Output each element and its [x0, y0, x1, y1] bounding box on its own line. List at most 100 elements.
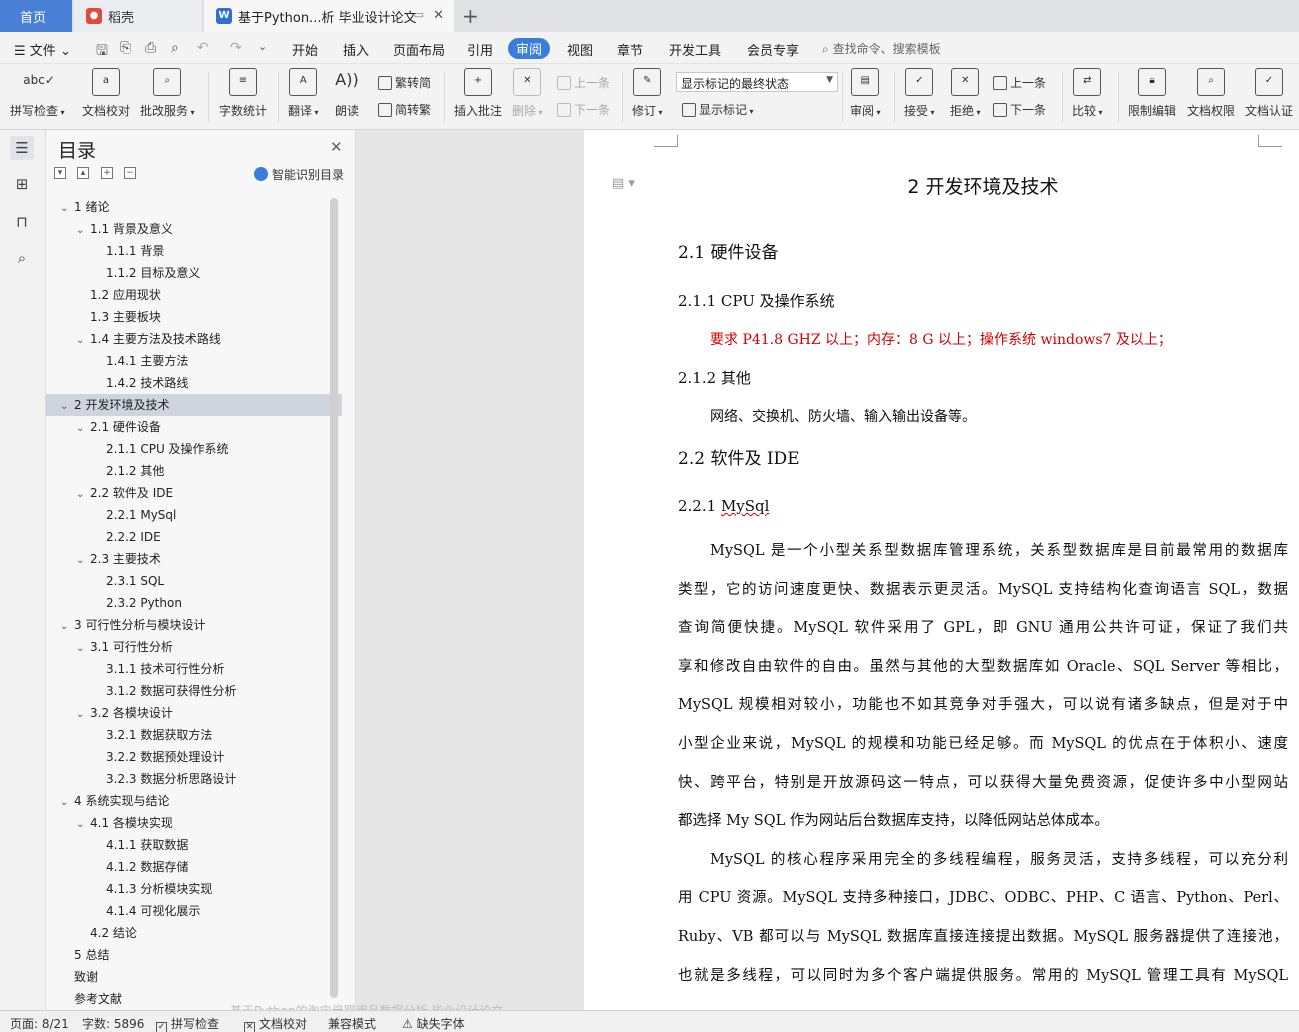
toc-item[interactable]: ⌄3.2.2 数据预处理设计 [46, 746, 342, 768]
restrict-editing-button[interactable]: 🔒︎ 限制编辑 [1128, 68, 1176, 119]
print-icon[interactable]: ⎙ [145, 40, 156, 56]
trad-to-simp-button[interactable]: 繁转简 [378, 74, 431, 91]
toc-item[interactable]: ⌄ 3.1 可行性分析 [46, 636, 342, 658]
chevron-down-icon[interactable]: ⌄ [76, 814, 90, 836]
chevron-down-icon[interactable]: ⌄ [60, 396, 74, 418]
toc-item[interactable]: ⌄1.4.2 技术路线 [46, 372, 342, 394]
chevron-down-icon[interactable]: ⌄ [76, 220, 90, 242]
toc-item[interactable]: ⌄4.1.4 可视化展示 [46, 900, 342, 922]
print-preview-icon[interactable]: ⌕ [171, 40, 179, 56]
proofread-toggle[interactable]: ✕ 文档校对 [244, 1015, 307, 1032]
toc-item[interactable]: ⌄3.1.2 数据可获得性分析 [46, 680, 342, 702]
chevron-down-icon[interactable]: ⌄ [60, 792, 74, 814]
toc-item[interactable]: ⌄ 4 系统实现与结论 [46, 790, 342, 812]
toc-item[interactable]: ⌄1.1.1 背景 [46, 240, 342, 262]
menu-references[interactable]: 引用 [467, 40, 493, 59]
chevron-down-icon[interactable]: ⌄ [76, 550, 90, 572]
menu-view[interactable]: 视图 [567, 40, 593, 59]
toc-item[interactable]: ⌄2.3.2 Python [46, 592, 342, 614]
simp-to-trad-button[interactable]: 简转繁 [378, 101, 431, 118]
toc-item[interactable]: ⌄ 2 开发环境及技术 [46, 394, 342, 416]
bookmark-icon[interactable]: ⊓ [10, 210, 34, 234]
word-count-indicator[interactable]: 字数: 5896 [82, 1015, 144, 1032]
toc-item[interactable]: ⌄ 2.3 主要技术 [46, 548, 342, 570]
menu-review[interactable]: 审阅 [508, 38, 551, 59]
toc-item[interactable]: ⌄2.1.1 CPU 及操作系统 [46, 438, 342, 460]
toc-item[interactable]: ⌄ 2.1 硬件设备 [46, 416, 342, 438]
toc-item[interactable]: ⌄5 总结 [46, 944, 342, 966]
page-options-icon[interactable]: ▤ ▾ [612, 176, 635, 191]
export-icon[interactable]: ⎘ [120, 40, 131, 56]
menu-member[interactable]: 会员专享 [747, 40, 799, 59]
toc-item[interactable]: ⌄3.1.1 技术可行性分析 [46, 658, 342, 680]
redo-icon[interactable]: ↷ [230, 40, 242, 56]
chevron-down-icon[interactable]: ⌄ [76, 330, 90, 352]
menu-section[interactable]: 章节 [617, 40, 643, 59]
next-change-button[interactable]: 下一条 [993, 101, 1046, 118]
prev-change-button[interactable]: 上一条 [993, 74, 1046, 91]
tab-document[interactable]: W 基于Python...析 毕业设计论文 ▭ ✕ [204, 0, 454, 32]
chevron-down-icon[interactable]: ⌄ [60, 198, 74, 220]
smart-toc-button[interactable]: 智能识别目录 [254, 166, 344, 183]
doc-certify-button[interactable]: ✓ 文档认证 [1245, 68, 1293, 119]
review-pane-button[interactable]: ▤ 审阅 ▾ [850, 68, 881, 119]
toc-item[interactable]: ⌄2.2.2 IDE [46, 526, 342, 548]
toc-item[interactable]: ⌄ 1.1 背景及意义 [46, 218, 342, 240]
tab-home[interactable]: 首页 [0, 0, 72, 32]
show-markup-button[interactable]: 显示标记 ▾ [682, 101, 754, 118]
toc-item[interactable]: ⌄ 1 绪论 [46, 196, 342, 218]
insert-comment-button[interactable]: + 插入批注 [454, 68, 502, 119]
delete-comment-button[interactable]: ✕ 删除 ▾ [512, 68, 543, 119]
chevron-down-icon[interactable]: ⌄ [76, 418, 90, 440]
toc-item[interactable]: ⌄3.2.1 数据获取方法 [46, 724, 342, 746]
menu-insert[interactable]: 插入 [343, 40, 369, 59]
chevron-down-icon[interactable]: ⌄ [76, 484, 90, 506]
document-page[interactable]: ▤ ▾ 2 开发环境及技术 2.1 硬件设备 2.1.1 CPU 及操作系统 要… [584, 130, 1299, 1010]
expand-all-icon[interactable]: ▾ [54, 167, 66, 179]
customize-icon[interactable]: ⌄ [258, 40, 267, 53]
missing-font-indicator[interactable]: ⚠ 缺失字体 [402, 1015, 465, 1032]
toc-item[interactable]: ⌄3.2.3 数据分析思路设计 [46, 768, 342, 790]
next-comment-button[interactable]: 下一条 [557, 101, 610, 118]
chevron-down-icon[interactable]: ⌄ [60, 616, 74, 638]
toc-icon[interactable]: ☰ [10, 136, 34, 160]
toc-item[interactable]: ⌄2.1.2 其他 [46, 460, 342, 482]
toc-scrollbar[interactable] [330, 198, 338, 998]
remove-level-icon[interactable]: − [124, 167, 136, 179]
track-changes-button[interactable]: ✎ 修订 ▾ [632, 68, 663, 119]
toc-item[interactable]: ⌄1.3 主要板块 [46, 306, 342, 328]
markup-state-select[interactable]: 显示标记的最终状态 ▼ [676, 72, 838, 92]
close-tab-icon[interactable]: ✕ [433, 8, 444, 23]
chapter-nav-icon[interactable]: ⊞ [10, 172, 34, 196]
proofread-button[interactable]: a 文档校对 [82, 68, 130, 119]
toc-item[interactable]: ⌄4.1.2 数据存储 [46, 856, 342, 878]
pin-icon[interactable]: ▭ [414, 8, 424, 21]
toc-item[interactable]: ⌄4.1.1 获取数据 [46, 834, 342, 856]
search-icon[interactable]: ⌕ [10, 246, 34, 270]
close-icon[interactable]: ✕ [330, 138, 343, 156]
read-aloud-button[interactable]: A)) 朗读 [333, 68, 361, 119]
spellcheck-button[interactable]: abc✓ 拼写检查 ▾ [10, 68, 65, 119]
toc-scrollbar-thumb[interactable] [330, 198, 338, 998]
collapse-all-icon[interactable]: ▴ [77, 167, 89, 179]
toc-item[interactable]: ⌄4.1.3 分析模块实现 [46, 878, 342, 900]
batch-service-button[interactable]: ⌕ 批改服务 ▾ [140, 68, 195, 119]
add-level-icon[interactable]: + [101, 167, 113, 179]
toc-item[interactable]: ⌄2.3.1 SQL [46, 570, 342, 592]
menu-page-layout[interactable]: 页面布局 [393, 40, 445, 59]
translate-button[interactable]: A 翻译 ▾ [288, 68, 319, 119]
menu-developer[interactable]: 开发工具 [669, 40, 721, 59]
chevron-down-icon[interactable]: ⌄ [76, 638, 90, 660]
toc-item[interactable]: ⌄ 3.2 各模块设计 [46, 702, 342, 724]
toc-item[interactable]: ⌄1.4.1 主要方法 [46, 350, 342, 372]
compare-button[interactable]: ⇄ 比较 ▾ [1072, 68, 1103, 119]
toc-item[interactable]: ⌄1.1.2 目标及意义 [46, 262, 342, 284]
page-indicator[interactable]: 页面: 8/21 [10, 1015, 69, 1032]
toc-item[interactable]: ⌄ 3 可行性分析与模块设计 [46, 614, 342, 636]
new-tab-button[interactable]: + [462, 4, 479, 28]
toc-item[interactable]: ⌄2.2.1 MySql [46, 504, 342, 526]
toc-item[interactable]: ⌄4.2 结论 [46, 922, 342, 944]
command-search[interactable]: ⌕ 查找命令、搜索模板 [822, 40, 941, 57]
spellcheck-toggle[interactable]: ✓ 拼写检查 [156, 1015, 219, 1032]
reject-button[interactable]: ✕ 拒绝 ▾ [950, 68, 981, 119]
